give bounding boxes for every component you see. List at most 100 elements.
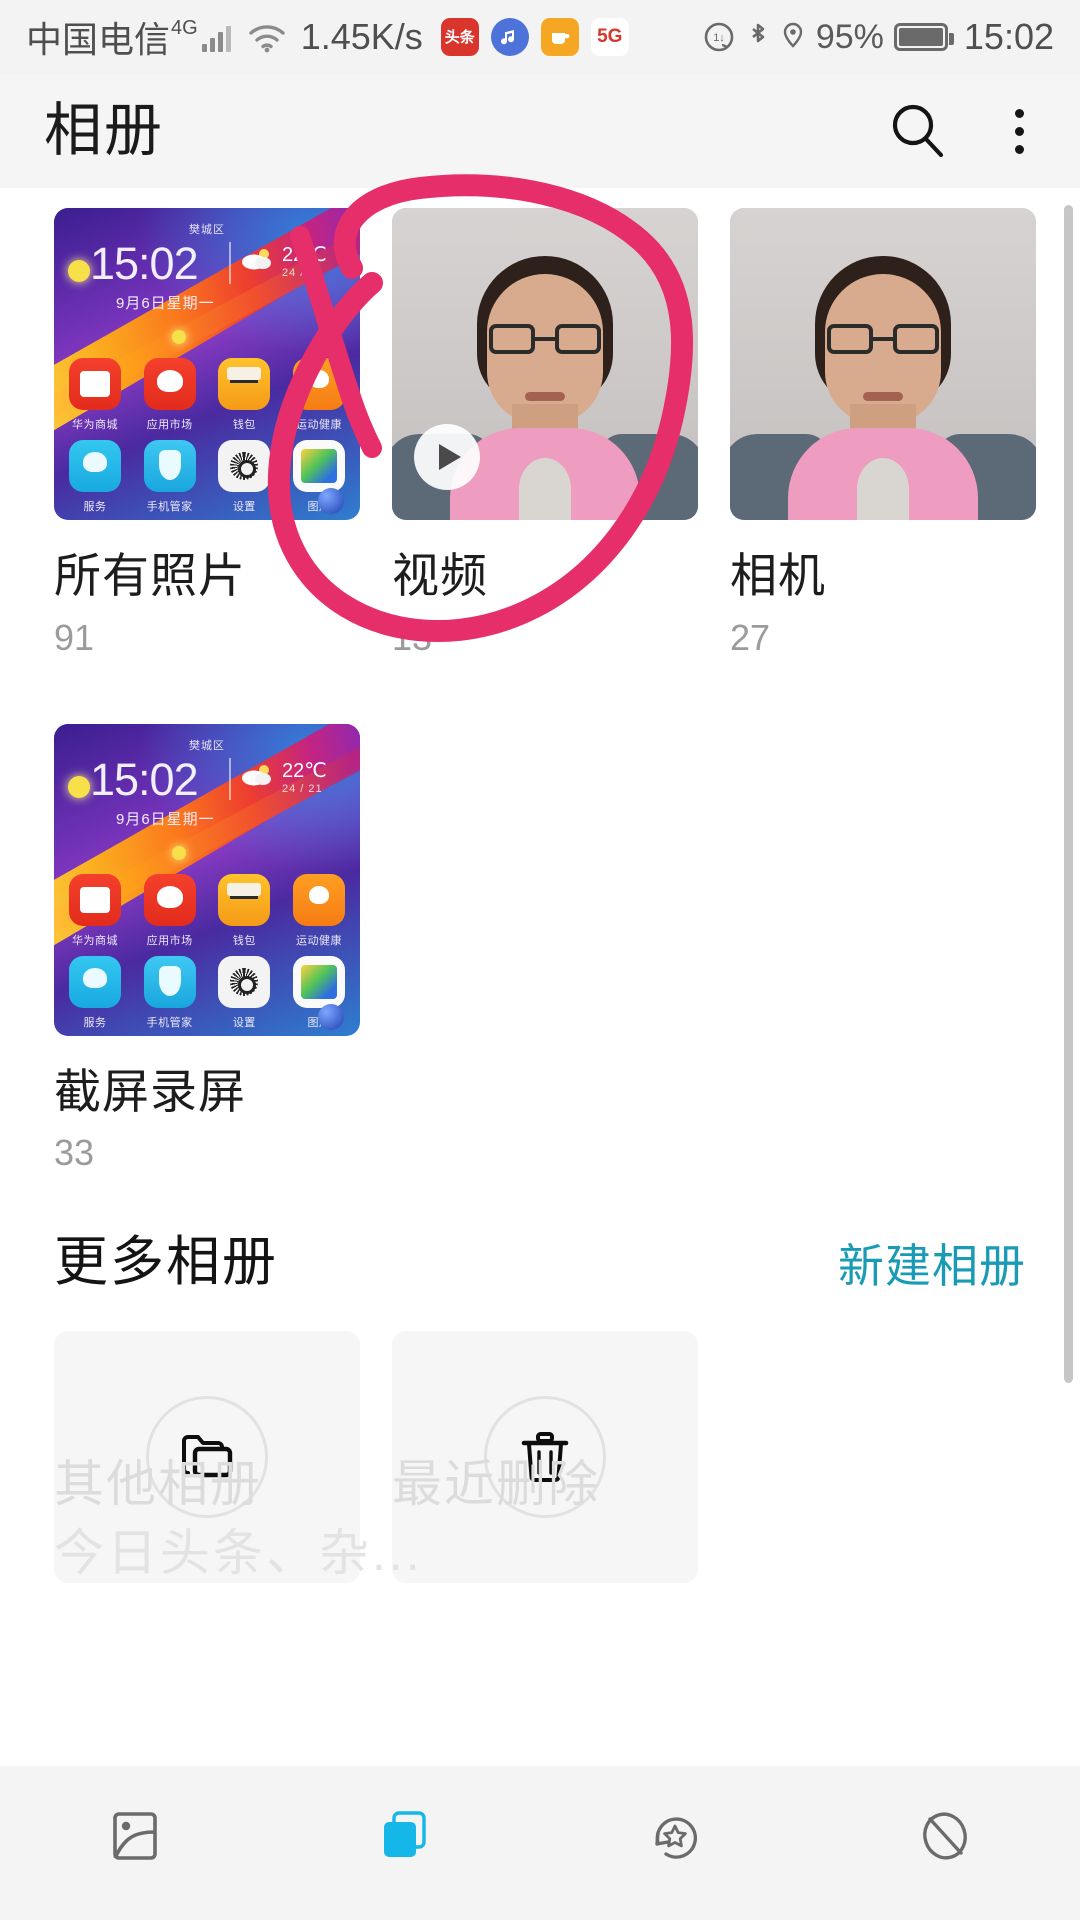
gallery-icon: [292, 440, 345, 492]
network-type-label: 4G: [171, 16, 198, 39]
battery-icon: [893, 23, 954, 51]
album-tile-all-photos[interactable]: 樊城区 15:02 22℃ 24 / 21 9月6日星期一 华为商城 应用市场: [54, 208, 360, 656]
app-header: 相册: [0, 74, 1080, 188]
album-count: 91: [54, 616, 95, 658]
location-icon: [780, 20, 806, 54]
album-name: 所有照片: [54, 549, 246, 602]
appgallery-icon: [143, 873, 196, 926]
album-name: 相机: [730, 549, 826, 602]
albums-grid-row-1: 樊城区 15:02 22℃ 24 / 21 9月6日星期一 华为商城 应用市场: [0, 188, 1080, 656]
ghost-album-labels: 其他相册 最近删除: [0, 1444, 1080, 1516]
wifi-icon: [247, 21, 287, 53]
more-vertical-icon[interactable]: [1003, 101, 1036, 162]
health-icon: [292, 358, 345, 410]
thumb-app: 应用市场: [139, 873, 201, 948]
settings-icon: [218, 955, 271, 1008]
page-title: 相册: [44, 98, 165, 163]
thumb-date: 9月6日星期一: [116, 810, 215, 828]
services-icon: [69, 955, 121, 1008]
thumb-app: 设置: [213, 440, 275, 514]
vmall-icon: [69, 358, 121, 410]
album-count: 33: [54, 1132, 95, 1174]
thumb-app: 钱包: [213, 873, 275, 948]
status-bar: 中国电信 4G 1.45K/s 头条 5G 1↓ 95% 15:02: [0, 0, 1080, 74]
notification-icons: 头条 5G: [440, 18, 629, 56]
services-icon: [69, 440, 121, 492]
album-tile-camera[interactable]: 相机 27: [730, 208, 1036, 656]
thumb-app: 钱包: [213, 358, 275, 432]
gallery-icon: [292, 955, 345, 1008]
thumb-time: 15:02: [90, 753, 199, 805]
album-thumbnail[interactable]: [730, 208, 1036, 520]
vertical-scrollbar[interactable]: [1064, 205, 1073, 1383]
more-albums-title: 更多相册: [54, 1232, 278, 1293]
album-name: 视频: [392, 549, 488, 602]
album-count: 13: [392, 616, 433, 658]
home-screen-screenshot: 樊城区 15:02 22℃ 24 / 21 9月6日星期一 华为商城 应用市场: [54, 208, 360, 520]
network-speed-label: 1.45K/s: [300, 16, 423, 57]
album-count: 27: [730, 616, 771, 658]
phone-manager-icon: [143, 955, 196, 1008]
album-tile-videos[interactable]: 视频 13: [392, 208, 698, 656]
thumb-app: 设置: [213, 955, 275, 1030]
clock-label: 15:02: [963, 16, 1054, 57]
nav-item-moments[interactable]: [540, 1807, 810, 1879]
header-actions: [887, 100, 1036, 162]
toutiao-icon: 头条: [440, 18, 479, 56]
thumb-app: 华为商城: [64, 873, 126, 948]
thumb-time: 15:02: [90, 238, 199, 289]
play-icon[interactable]: [414, 424, 480, 490]
thumb-app: 运动健康: [288, 358, 350, 432]
albums-icon: [376, 1807, 434, 1865]
nav-item-discover[interactable]: [810, 1807, 1080, 1879]
vmall-icon: [69, 873, 121, 926]
thumb-temperature: 22℃ 24 / 21: [282, 244, 327, 279]
phone-manager-icon: [143, 440, 196, 492]
thumb-app: 华为商城: [64, 358, 126, 432]
music-icon: [490, 18, 529, 56]
thumb-app: 服务: [64, 440, 126, 514]
signal-strength-icon: [201, 22, 231, 52]
thumb-app: 手机管家: [139, 440, 201, 514]
data-saver-icon: 1↓: [702, 20, 736, 54]
thumb-temperature: 22℃ 24 / 21: [282, 759, 327, 795]
status-bar-left: 中国电信 4G 1.45K/s 头条 5G: [26, 11, 629, 63]
ghost-label-other-albums: 其他相册: [54, 1456, 262, 1512]
photos-icon: [106, 1807, 164, 1865]
weather-cloud-icon: [240, 248, 274, 270]
thumb-location: 樊城区: [189, 739, 225, 752]
album-thumbnail[interactable]: 樊城区 15:02 22℃ 24 / 21 9月6日星期一 华为商城 应用市场: [54, 208, 360, 520]
thumb-date: 9月6日星期一: [116, 295, 215, 312]
thumb-app-row-2: 服务 手机管家 设置 图库: [64, 955, 350, 1030]
health-icon: [292, 873, 345, 926]
settings-icon: [218, 440, 271, 492]
portrait-photo: [730, 208, 1036, 520]
home-screen-screenshot: 樊城区 15:02 22℃ 24 / 21 9月6日星期一 华为商城 应用市场 …: [54, 723, 360, 1036]
appgallery-icon: [143, 358, 196, 410]
search-icon[interactable]: [887, 100, 949, 162]
moments-star-icon: [646, 1807, 704, 1865]
weather-cloud-icon: [240, 764, 274, 786]
wallet-icon: [218, 873, 271, 926]
thumb-app-row-2: 服务 手机管家 设置 图库: [64, 440, 350, 514]
nav-item-photos[interactable]: [0, 1807, 270, 1879]
nav-item-albums[interactable]: [270, 1807, 540, 1879]
thumb-app: 运动健康: [288, 873, 350, 948]
thumb-app: 服务: [64, 955, 126, 1030]
svg-text:1↓: 1↓: [713, 32, 725, 44]
new-album-button[interactable]: 新建相册: [838, 1243, 1026, 1289]
album-thumbnail[interactable]: 樊城区 15:02 22℃ 24 / 21 9月6日星期一 华为商城 应用市场 …: [54, 723, 360, 1036]
thumb-app: 应用市场: [139, 358, 201, 432]
ghost-label-recently-deleted: 最近删除: [392, 1456, 600, 1512]
battery-percent-label: 95%: [815, 17, 884, 56]
more-albums-header: 更多相册 新建相册: [0, 1171, 1080, 1289]
album-thumbnail[interactable]: [392, 208, 698, 520]
status-bar-right: 1↓ 95% 15:02: [702, 16, 1054, 58]
album-name: 截屏录屏: [54, 1064, 246, 1118]
thumb-app-row-1: 华为商城 应用市场 钱包 运动健康: [64, 358, 350, 432]
bottom-navigation: [0, 1766, 1080, 1920]
albums-grid-row-2: 樊城区 15:02 22℃ 24 / 21 9月6日星期一 华为商城 应用市场 …: [0, 656, 1080, 1172]
carrier-label: 中国电信: [26, 19, 171, 60]
cup-icon: [540, 18, 579, 56]
album-tile-screenshots[interactable]: 樊城区 15:02 22℃ 24 / 21 9月6日星期一 华为商城 应用市场 …: [54, 723, 360, 1174]
